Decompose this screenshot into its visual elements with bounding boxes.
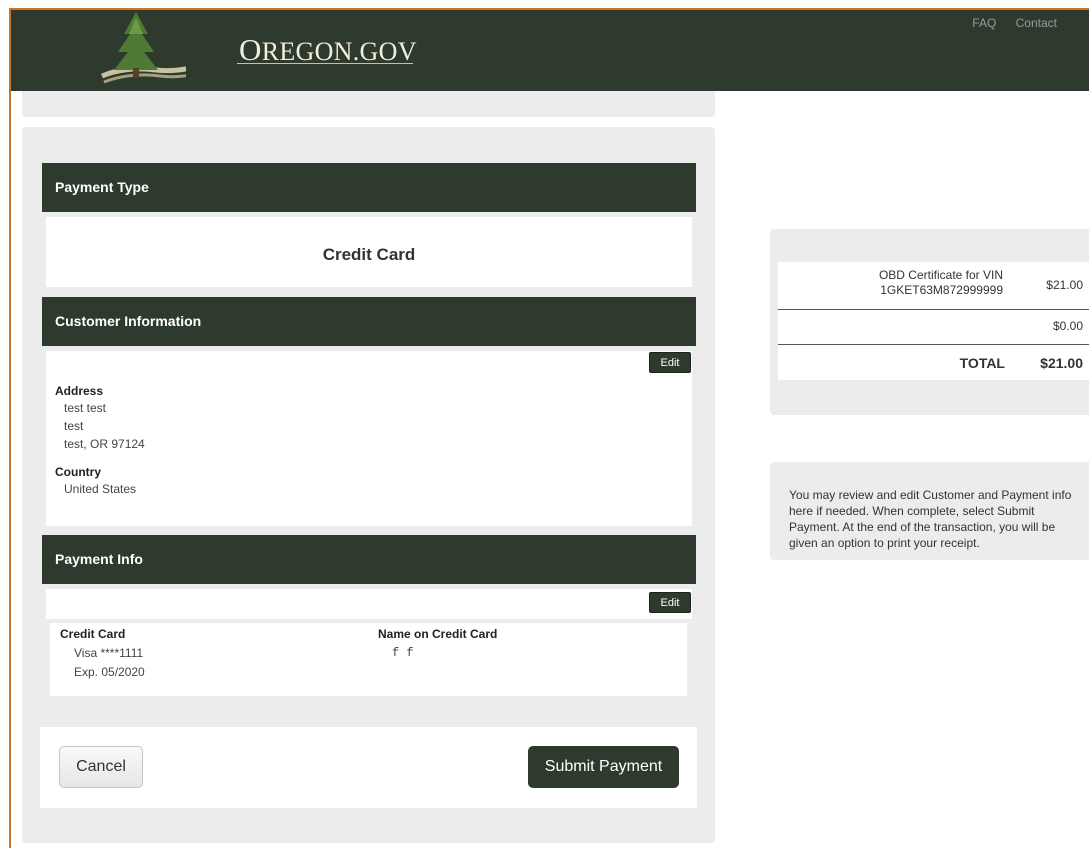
credit-card-expiry: Exp. 05/2020 [74, 665, 145, 679]
review-note-panel: You may review and edit Customer and Pay… [770, 462, 1089, 560]
summary-divider [778, 344, 1089, 345]
country-value: United States [64, 482, 137, 496]
total-label: TOTAL [959, 355, 1005, 371]
payment-info-header: Payment Info [42, 535, 696, 584]
customer-info-header: Customer Information [42, 297, 696, 346]
country-label: Country [55, 465, 101, 479]
oregon-gov-logo[interactable]: OREGON.GOV [96, 10, 416, 88]
review-note-text: You may review and edit Customer and Pay… [789, 488, 1072, 550]
address-line-2: test [64, 419, 84, 433]
address-line-3: test, OR 97124 [64, 437, 145, 451]
payment-type-value: Credit Card [322, 245, 416, 264]
nav-faq-link[interactable]: FAQ [972, 16, 996, 30]
nav-contact-link[interactable]: Contact [1016, 16, 1057, 30]
item-amount: $21.00 [1046, 278, 1083, 292]
credit-card-number: Visa ****1111 [74, 646, 144, 660]
submit-payment-button[interactable]: Submit Payment [528, 746, 679, 788]
customer-edit-button[interactable]: Edit [649, 352, 691, 373]
cancel-button[interactable]: Cancel [59, 746, 143, 788]
credit-card-label: Credit Card [60, 627, 126, 641]
site-header: OREGON.GOV FAQ Contact [11, 10, 1089, 91]
payment-type-box: Credit Card [46, 217, 692, 287]
payment-type-header: Payment Type [42, 163, 696, 212]
tree-icon [101, 12, 186, 84]
name-on-card-value: f f [392, 646, 414, 660]
item-description-line-1: OBD Certificate for VIN [878, 268, 1003, 282]
summary-divider [778, 309, 1089, 310]
window-frame-left [9, 8, 11, 848]
payment-info-bar: Edit [46, 589, 692, 619]
address-label: Address [55, 384, 104, 398]
action-bar: Cancel Submit Payment [40, 727, 697, 808]
name-on-card-label: Name on Credit Card [378, 627, 498, 641]
secondary-amount: $0.00 [1052, 319, 1083, 333]
summary-item-row: OBD Certificate for VIN 1GKET63M87299999… [778, 262, 1089, 309]
total-amount: $21.00 [1040, 355, 1083, 371]
address-line-1: test test [64, 401, 107, 415]
order-summary-table: OBD Certificate for VIN 1GKET63M87299999… [778, 262, 1089, 380]
item-description-line-2: 1GKET63M872999999 [880, 283, 1003, 297]
payment-edit-button[interactable]: Edit [649, 592, 691, 613]
customer-info-box: Edit Address test test test test, OR 971… [46, 351, 692, 526]
payment-info-box: Credit Card Visa ****1111 Exp. 05/2020 N… [50, 623, 687, 696]
header-nav: FAQ Contact [956, 16, 1057, 30]
item-description: OBD Certificate for VIN 1GKET63M87299999… [879, 268, 1003, 298]
logo-underline [237, 63, 413, 64]
top-panel [22, 91, 715, 117]
